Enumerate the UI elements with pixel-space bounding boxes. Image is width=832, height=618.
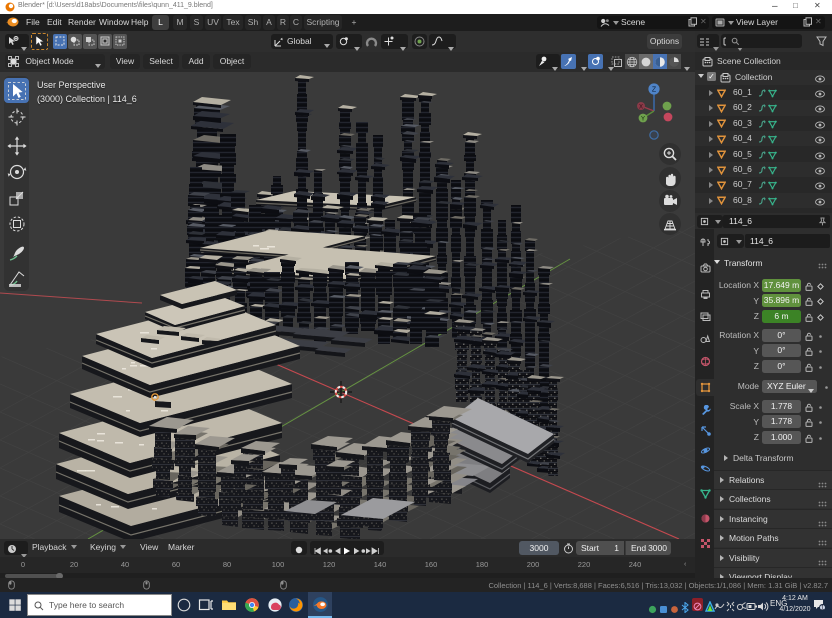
svg-text:Z: Z <box>652 87 657 94</box>
svg-text:Y: Y <box>641 117 645 123</box>
svg-text:X: X <box>639 105 643 111</box>
